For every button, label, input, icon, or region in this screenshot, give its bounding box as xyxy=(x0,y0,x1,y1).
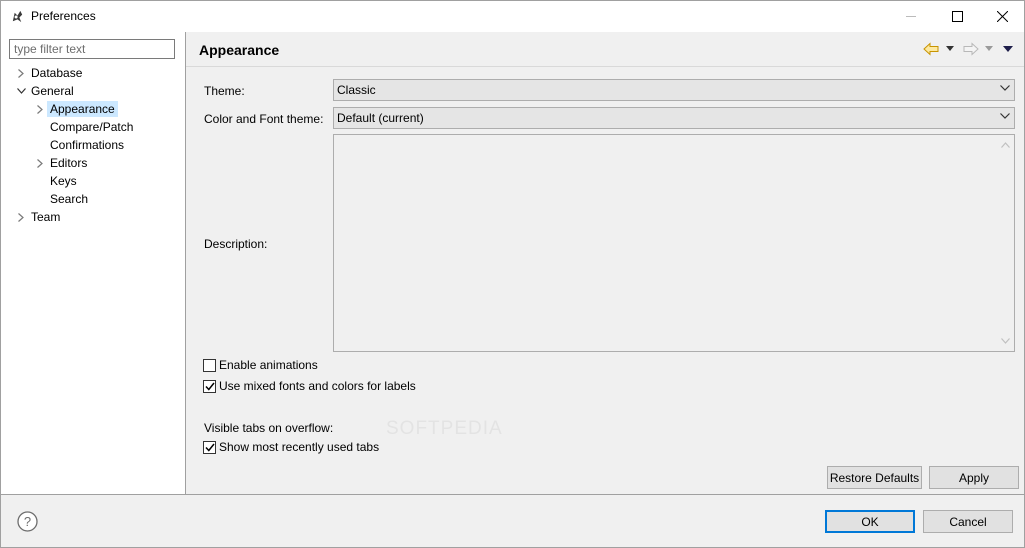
svg-text:?: ? xyxy=(24,514,31,529)
tree-item-compare-patch[interactable]: Compare/Patch xyxy=(33,118,136,136)
enable-animations-label: Enable animations xyxy=(219,358,318,372)
checkbox-box[interactable] xyxy=(203,379,216,393)
tree-item-general[interactable]: General xyxy=(14,82,77,100)
chevron-right-icon[interactable] xyxy=(14,64,28,82)
chevron-down-icon[interactable] xyxy=(14,82,28,100)
description-text-area[interactable] xyxy=(333,134,1015,352)
close-icon xyxy=(996,11,1008,22)
forward-arrow-icon xyxy=(963,42,979,56)
tree-item-editors[interactable]: Editors xyxy=(33,154,90,172)
close-button[interactable] xyxy=(979,1,1025,32)
tree-item-search[interactable]: Search xyxy=(33,190,91,208)
chevron-right-icon[interactable] xyxy=(14,208,28,226)
view-menu-icon[interactable] xyxy=(1003,46,1013,52)
forward-history-dropdown-icon xyxy=(985,46,993,51)
back-history-dropdown-icon[interactable] xyxy=(946,46,954,51)
color-font-theme-select[interactable]: Default (current) xyxy=(333,107,1015,129)
show-recent-tabs-checkbox[interactable]: Show most recently used tabs xyxy=(203,439,379,455)
checkmark-icon xyxy=(204,443,215,452)
enable-animations-checkbox[interactable]: Enable animations xyxy=(203,357,318,373)
theme-label: Theme: xyxy=(204,84,245,98)
apply-button[interactable]: Apply xyxy=(929,466,1019,489)
filter-input[interactable] xyxy=(9,39,175,59)
chevron-right-icon[interactable] xyxy=(33,100,47,118)
page-title: Appearance xyxy=(199,42,280,58)
color-font-theme-label: Color and Font theme: xyxy=(204,112,324,126)
help-icon[interactable]: ? xyxy=(17,511,38,532)
checkmark-icon xyxy=(204,382,215,391)
tree-item-label: Compare/Patch xyxy=(50,120,134,134)
tree-item-label: Confirmations xyxy=(50,138,125,152)
tree-item-label: Appearance xyxy=(47,101,118,117)
mixed-fonts-label: Use mixed fonts and colors for labels xyxy=(219,379,416,393)
tree-item-label: General xyxy=(31,84,74,98)
ok-button[interactable]: OK xyxy=(825,510,915,533)
tree-item-confirmations[interactable]: Confirmations xyxy=(33,136,127,154)
page-header: Appearance xyxy=(186,32,1024,66)
tree-item-label: Team xyxy=(31,210,61,224)
window-title: Preferences xyxy=(31,9,96,23)
scroll-up-icon[interactable] xyxy=(1001,142,1010,148)
scroll-down-icon[interactable] xyxy=(1001,338,1010,344)
restore-defaults-button[interactable]: Restore Defaults xyxy=(827,466,922,489)
tree-item-label: Editors xyxy=(50,156,88,170)
eclipse-app-icon xyxy=(12,10,23,23)
chevron-down-icon xyxy=(1000,85,1010,91)
preferences-window: Preferences Database General Appearance Com… xyxy=(0,0,1025,548)
description-label: Description: xyxy=(204,237,268,251)
visible-tabs-label: Visible tabs on overflow: xyxy=(204,421,334,435)
tree-item-appearance[interactable]: Appearance xyxy=(33,100,118,118)
tree-item-label: Search xyxy=(50,192,89,206)
maximize-button[interactable] xyxy=(934,1,980,32)
minimize-button[interactable] xyxy=(888,1,934,32)
chevron-right-icon[interactable] xyxy=(33,154,47,172)
checkbox-box[interactable] xyxy=(203,440,216,454)
chevron-down-icon xyxy=(1000,113,1010,119)
appearance-page: Theme: Classic Color and Font theme: Def… xyxy=(186,66,1024,494)
title-bar: Preferences xyxy=(1,1,1024,32)
theme-select-value: Classic xyxy=(337,83,376,97)
mixed-fonts-checkbox[interactable]: Use mixed fonts and colors for labels xyxy=(203,378,416,394)
cancel-button[interactable]: Cancel xyxy=(923,510,1013,533)
minimize-icon xyxy=(905,16,916,17)
color-font-theme-select-value: Default (current) xyxy=(337,111,424,125)
footer-divider xyxy=(1,494,1024,495)
tree-item-keys[interactable]: Keys xyxy=(33,172,80,190)
checkbox-box[interactable] xyxy=(203,358,216,372)
watermark: SOFTPEDIA xyxy=(386,418,503,439)
theme-select[interactable]: Classic xyxy=(333,79,1015,101)
tree-item-label: Database xyxy=(31,66,83,80)
tree-item-team[interactable]: Team xyxy=(14,208,63,226)
tree-item-database[interactable]: Database xyxy=(14,64,85,82)
tree-item-label: Keys xyxy=(50,174,77,188)
preference-tree-panel: Database General Appearance Compare/Patch Co… xyxy=(1,32,185,494)
maximize-icon xyxy=(951,11,963,22)
back-arrow-icon[interactable] xyxy=(923,42,939,56)
show-recent-tabs-label: Show most recently used tabs xyxy=(219,440,380,454)
